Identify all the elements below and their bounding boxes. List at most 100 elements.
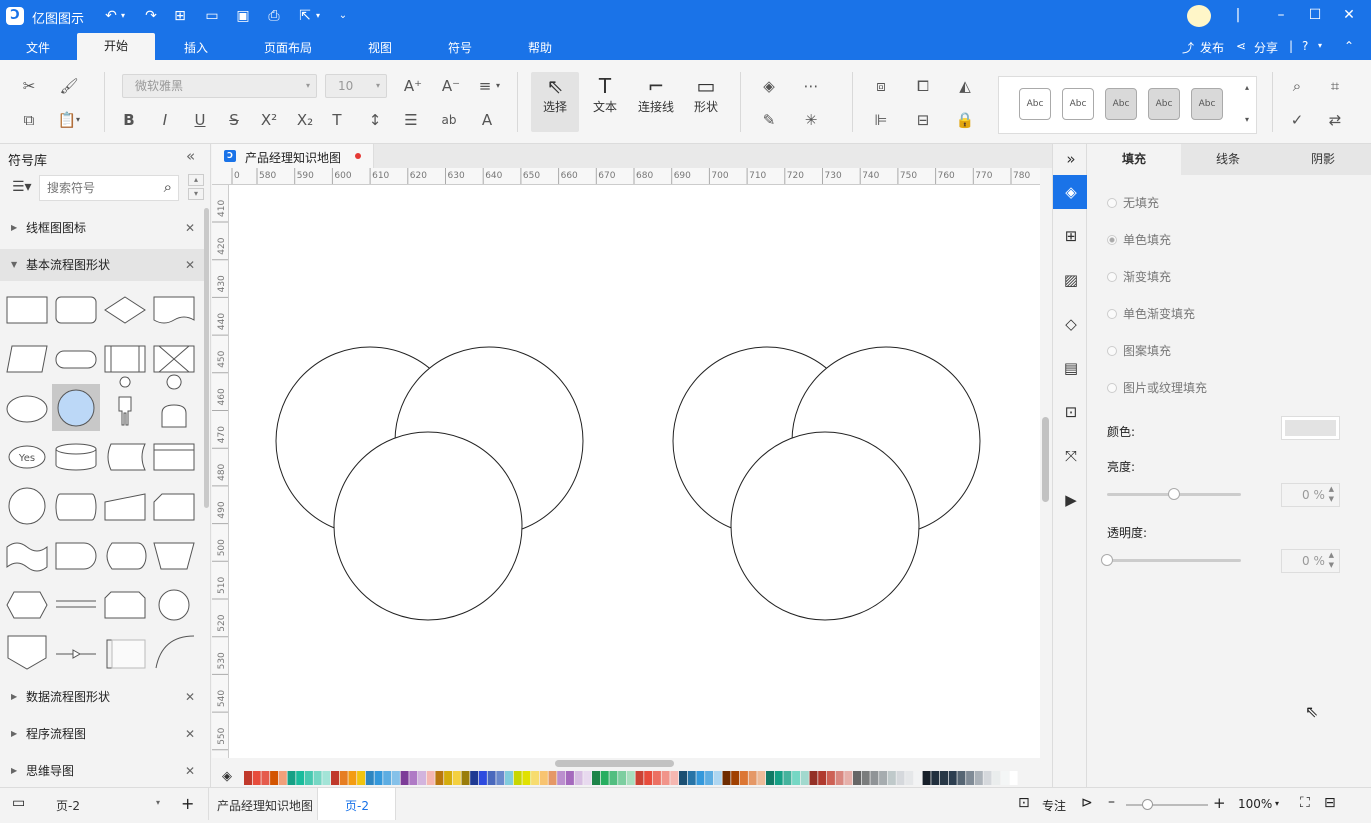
color-swatch[interactable] [470,771,479,785]
fill-color-icon[interactable]: ◈ [222,769,232,784]
color-swatch[interactable] [557,771,566,785]
document-tab[interactable]: Ↄ 产品经理知识地图 [212,144,374,168]
color-swatch[interactable] [879,771,888,785]
color-swatch[interactable] [644,771,653,785]
strikethrough-icon[interactable]: S [223,110,245,130]
color-swatch[interactable] [296,771,305,785]
library-wireframe-icons[interactable]: ▶ 线框图图标 ✕ [0,212,205,244]
color-swatch[interactable] [870,771,879,785]
page-tab-current[interactable]: 页-2 [318,788,396,820]
close-library-icon[interactable]: ✕ [185,212,195,244]
close-library-icon[interactable]: ✕ [185,249,195,281]
color-swatch[interactable] [513,771,522,785]
line-spacing-icon[interactable]: ↕ [364,110,386,130]
color-swatch[interactable] [304,771,313,785]
publish-button[interactable]: 发布 [1200,39,1224,56]
library-basic-flowchart[interactable]: ▼ 基本流程图形状 ✕ [0,249,205,281]
color-swatch[interactable] [287,771,296,785]
print-icon[interactable]: ⎙ [265,8,283,24]
tab-fill[interactable]: 填充 [1087,144,1181,175]
style-preset-1[interactable]: Abc [1019,88,1051,120]
brightness-input[interactable]: 0 % ▲ ▼ [1281,483,1340,507]
shape-tape[interactable] [6,542,48,572]
color-swatch[interactable] [844,771,853,785]
library-manager-icon[interactable]: ☰▾ [12,179,32,195]
italic-icon[interactable]: I [154,110,176,130]
shape-document[interactable] [153,296,195,324]
close-icon[interactable]: ✕ [1339,7,1359,23]
shape-manual-input[interactable] [104,493,146,521]
color-swatch[interactable] [783,771,792,785]
menu-page-layout[interactable]: 页面布局 [264,39,312,56]
color-swatch[interactable] [452,771,461,785]
color-swatch[interactable] [922,771,931,785]
text-format-icon[interactable]: T [326,110,348,130]
search-box[interactable]: ⌕ [39,175,179,201]
spinner-icon[interactable]: ▲ ▼ [1329,550,1334,570]
library-mind-map[interactable]: ▶ 思维导图 ✕ [0,755,205,787]
color-swatch[interactable] [748,771,757,785]
color-swatch[interactable] [478,771,487,785]
align-dropdown-icon[interactable]: ▾ [492,76,504,96]
shape-connector[interactable] [8,487,46,525]
spell-check-icon[interactable]: ✓ [1286,110,1308,130]
vertical-scroll-thumb[interactable] [1042,417,1049,502]
share-button[interactable]: 分享 [1254,39,1278,56]
bold-icon[interactable]: B [118,110,140,130]
shape-on-page-connector[interactable] [158,589,190,621]
color-swatch[interactable] [974,771,983,785]
brightness-slider-knob[interactable] [1168,488,1180,500]
color-swatch[interactable] [731,771,740,785]
zoom-dropdown-icon[interactable]: ▾ [1275,799,1279,808]
page-view-icon[interactable]: ▭ [12,795,25,811]
zoom-slider-knob[interactable] [1142,799,1153,810]
search-input[interactable] [40,176,148,200]
shape-manual-operation[interactable] [153,542,195,570]
save-icon[interactable]: ▣ [234,8,252,24]
grow-font-icon[interactable]: A⁺ [402,76,424,96]
zoom-slider[interactable] [1126,799,1208,810]
shape-user[interactable] [161,374,187,428]
image-panel-icon[interactable]: ▨ [1061,270,1081,290]
venn-bottom-circle[interactable] [333,431,523,621]
vertical-scrollbar[interactable] [1040,185,1052,758]
color-swatch[interactable] [966,771,975,785]
underline-icon[interactable]: U [189,110,211,130]
color-swatch[interactable] [531,771,540,785]
library-panel-icon[interactable]: ⊡ [1061,402,1081,422]
transparency-input[interactable]: 0 % ▲ ▼ [1281,549,1340,573]
color-swatch[interactable] [861,771,870,785]
color-swatch[interactable] [774,771,783,785]
shape-off-page-connector[interactable] [7,635,47,670]
library-data-flow[interactable]: ▶ 数据流程图形状 ✕ [0,681,205,713]
expand-panel-icon[interactable]: » [1061,149,1081,169]
shape-delay[interactable] [55,542,97,570]
undo-dropdown-icon[interactable]: ▾ [118,8,128,24]
color-swatch[interactable] [679,771,687,785]
maximize-icon[interactable]: ☐ [1305,7,1325,23]
color-swatch[interactable] [592,771,600,785]
flip-icon[interactable]: ◭ [954,76,976,96]
help-icon[interactable]: ? [1302,39,1308,53]
horizontal-scroll-thumb[interactable] [555,760,674,767]
cut-icon[interactable]: ✂ [18,76,40,96]
transparency-slider-knob[interactable] [1101,554,1113,566]
color-swatch[interactable] [913,771,922,785]
pen-icon[interactable]: ✎ [758,110,780,130]
shape-ellipse[interactable] [6,395,48,423]
shape-circle-selected[interactable] [57,389,95,427]
help-dropdown-icon[interactable]: ▾ [1318,41,1322,50]
arrange-icon[interactable]: ⧈ [870,76,892,96]
color-swatch[interactable] [670,771,679,785]
group-icon[interactable]: ⧠ [912,76,934,96]
format-painter-icon[interactable]: 🖌 [58,76,80,96]
drawing-canvas[interactable] [229,185,1040,758]
shrink-font-icon[interactable]: A⁻ [440,76,462,96]
paste-dropdown-icon[interactable]: ▾ [72,110,84,130]
lock-icon[interactable]: 🔒 [954,110,976,130]
library-scrollbar[interactable] [204,208,209,508]
fill-option-mono-gradient[interactable]: 单色渐变填充 [1107,305,1195,322]
line-style-icon[interactable]: ⋯ [800,76,822,96]
publish-icon[interactable]: ⤴ [1182,39,1194,56]
page-panel-icon[interactable]: ▤ [1061,358,1081,378]
